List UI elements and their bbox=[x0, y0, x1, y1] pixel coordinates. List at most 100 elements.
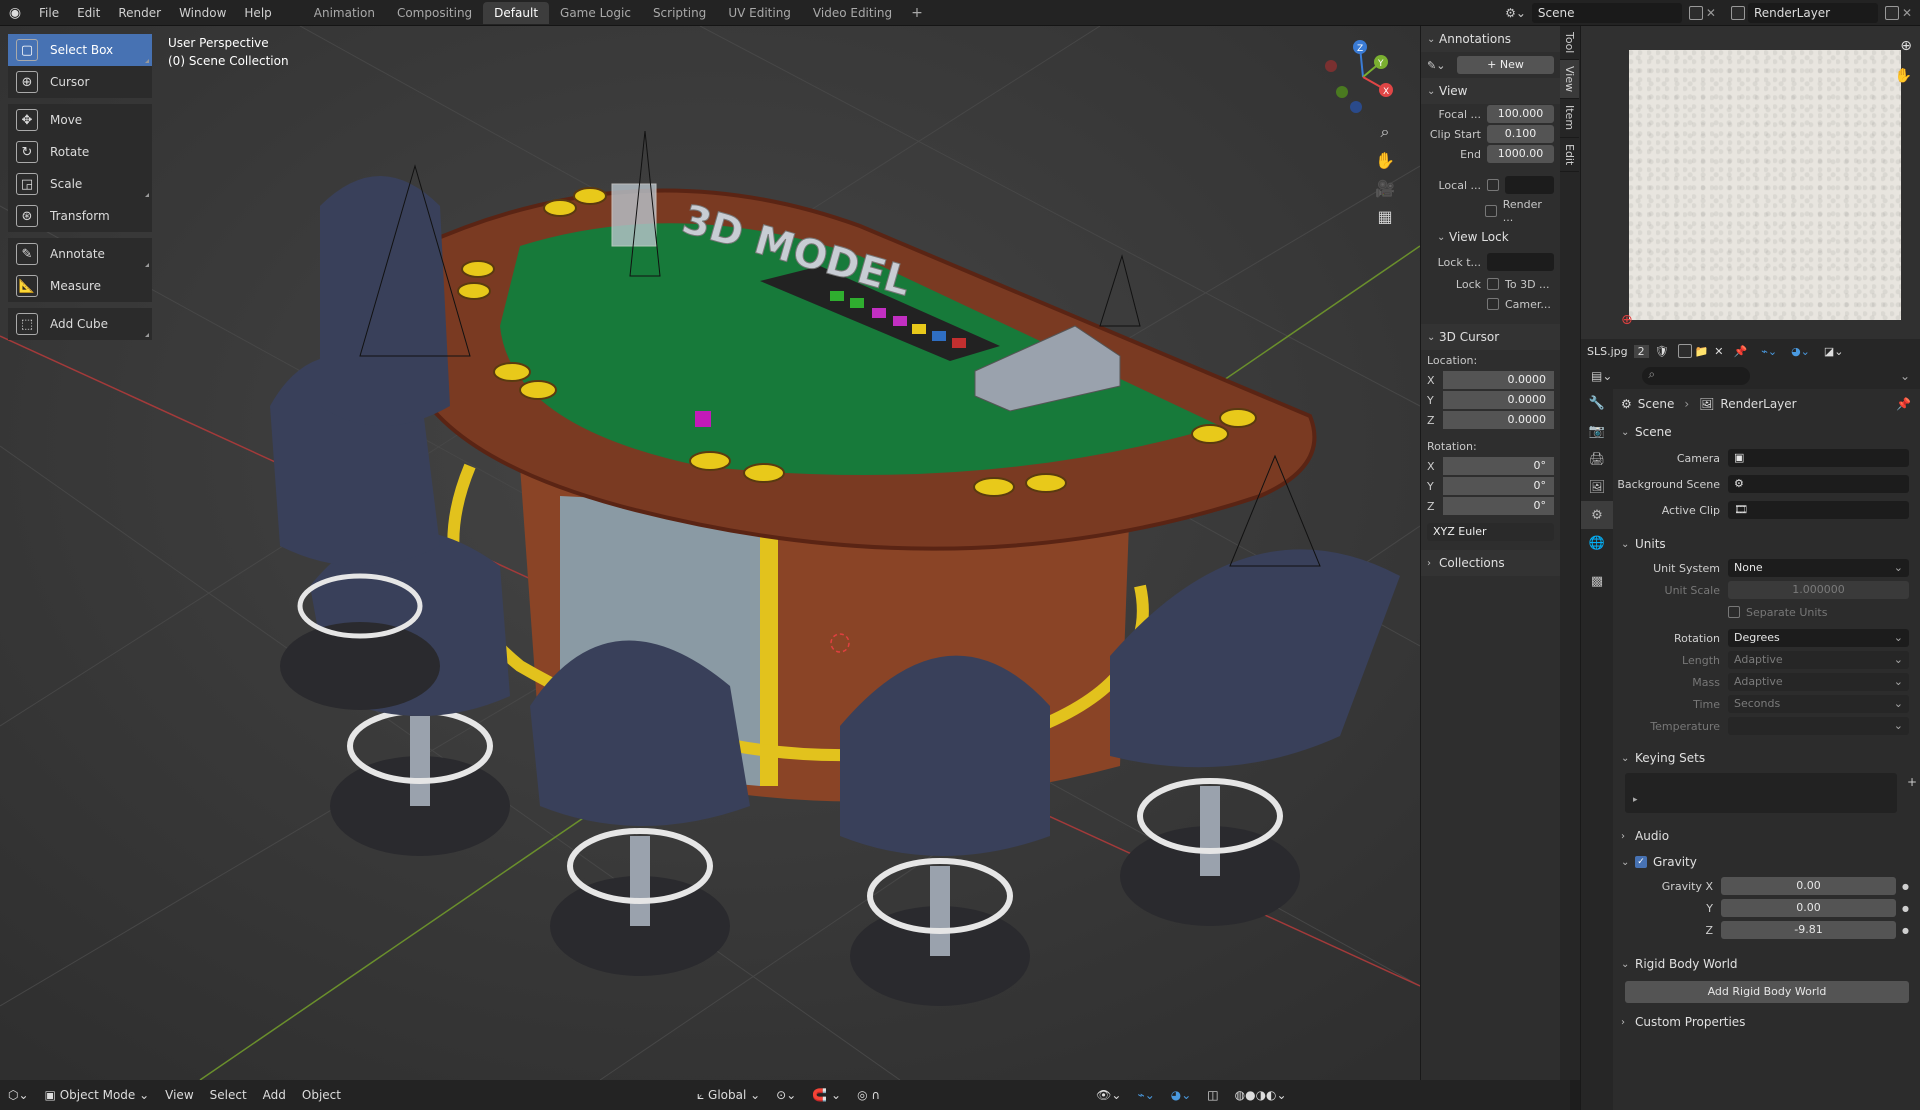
delete-view-layer-icon[interactable]: ✕ bbox=[1902, 6, 1912, 20]
background-scene-field[interactable]: ⚙ bbox=[1728, 475, 1909, 493]
lock-to-object-field[interactable] bbox=[1487, 253, 1554, 271]
cursor-loc-y-field[interactable]: 0.0000 bbox=[1443, 391, 1554, 409]
gravity-y-field[interactable]: 0.00 bbox=[1721, 899, 1897, 917]
tool-annotate[interactable]: ✎ Annotate bbox=[8, 238, 152, 270]
view-lock-header[interactable]: ⌄ View Lock bbox=[1421, 224, 1560, 250]
time-dropdown[interactable]: Seconds bbox=[1728, 695, 1909, 713]
tab-compositing[interactable]: Compositing bbox=[386, 2, 483, 24]
rotation-units-dropdown[interactable]: Degrees bbox=[1728, 629, 1909, 647]
scene-section-header[interactable]: ⌄ Scene bbox=[1613, 419, 1920, 445]
active-clip-field[interactable]: 🎞 bbox=[1728, 501, 1909, 519]
unit-system-dropdown[interactable]: None bbox=[1728, 559, 1909, 577]
3d-viewport[interactable]: 3D MODEL ▢ Select Box ⊕ Cursor ✥ Move ↻ Rota… bbox=[0, 26, 1420, 1080]
view-header[interactable]: ⌄ View bbox=[1421, 78, 1560, 104]
shading-modes-icon[interactable]: ◍●◑◐⌄ bbox=[1227, 1088, 1295, 1102]
gizmo-toggle-icon[interactable]: ⌁⌄ bbox=[1129, 1088, 1162, 1102]
pivot-icon[interactable]: ⊙⌄ bbox=[768, 1088, 804, 1102]
add-workspace-icon[interactable]: + bbox=[903, 5, 931, 21]
pin-icon[interactable]: 📌 bbox=[1734, 345, 1748, 358]
unlink-image-icon[interactable]: ✕ bbox=[1714, 345, 1723, 358]
tab-item[interactable]: Item bbox=[1560, 99, 1579, 138]
tab-video-editing[interactable]: Video Editing bbox=[802, 2, 903, 24]
tool-props-icon[interactable]: 🔧 bbox=[1581, 389, 1613, 417]
tab-edit[interactable]: Edit bbox=[1560, 138, 1579, 172]
new-annotation-button[interactable]: + New bbox=[1457, 56, 1554, 74]
tab-view[interactable]: View bbox=[1560, 60, 1579, 100]
gravity-checkbox[interactable]: ✓ bbox=[1635, 856, 1647, 868]
tab-animation[interactable]: Animation bbox=[303, 2, 386, 24]
tab-uv-editing[interactable]: UV Editing bbox=[717, 2, 802, 24]
options-chevron-icon[interactable]: ⌄ bbox=[1900, 369, 1910, 383]
menu-window[interactable]: Window bbox=[170, 0, 235, 26]
tool-add-cube[interactable]: ⬚ Add Cube bbox=[8, 308, 152, 340]
ortho-grid-icon[interactable]: ▦ bbox=[1374, 202, 1396, 230]
orientation-dropdown[interactable]: ⟀ Global ⌄ bbox=[689, 1088, 768, 1103]
3d-cursor-header[interactable]: ⌄ 3D Cursor bbox=[1421, 324, 1560, 350]
tool-cursor[interactable]: ⊕ Cursor bbox=[8, 66, 152, 98]
properties-search-input[interactable]: ⌕ bbox=[1642, 367, 1751, 385]
units-section-header[interactable]: ⌄ Units bbox=[1613, 531, 1920, 557]
view-layer-props-icon[interactable]: 🖼 bbox=[1581, 473, 1613, 501]
new-image-icon[interactable] bbox=[1677, 344, 1692, 358]
camera-view-icon[interactable]: 🎥 bbox=[1374, 174, 1396, 202]
annotations-header[interactable]: ⌄ Annotations bbox=[1421, 26, 1560, 52]
rotation-mode-dropdown[interactable]: XYZ Euler bbox=[1427, 523, 1554, 541]
output-props-icon[interactable]: 🖨 bbox=[1581, 445, 1613, 473]
rigid-body-header[interactable]: ⌄ Rigid Body World bbox=[1613, 951, 1920, 977]
snap-icon[interactable]: 🧲 ⌄ bbox=[804, 1088, 849, 1102]
overlay-toggle-icon[interactable]: ◕⌄ bbox=[1163, 1088, 1200, 1102]
menu-view[interactable]: View bbox=[157, 1088, 201, 1102]
menu-help[interactable]: Help bbox=[235, 0, 280, 26]
collections-header[interactable]: › Collections bbox=[1421, 550, 1560, 576]
unit-scale-field[interactable]: 1.000000 bbox=[1728, 581, 1909, 599]
cursor-rot-y-field[interactable]: 0° bbox=[1443, 477, 1554, 495]
gravity-header[interactable]: ⌄ ✓ Gravity bbox=[1613, 849, 1920, 875]
zoom-icon[interactable]: ⌕ bbox=[1374, 118, 1396, 146]
keyframe-dot-icon[interactable]: ● bbox=[1902, 926, 1909, 935]
open-image-icon[interactable]: 📁 bbox=[1695, 345, 1709, 358]
add-keying-set-button[interactable]: + bbox=[1907, 775, 1917, 789]
menu-object[interactable]: Object bbox=[294, 1088, 349, 1102]
pan-hand-icon[interactable]: ✋ bbox=[1374, 146, 1396, 174]
local-camera-field[interactable] bbox=[1505, 176, 1554, 194]
editor-type-icon[interactable]: ▤⌄ bbox=[1591, 369, 1612, 383]
pan-hand-icon[interactable]: ✋ bbox=[1895, 68, 1912, 84]
new-scene-icon[interactable] bbox=[1688, 6, 1703, 20]
menu-add[interactable]: Add bbox=[255, 1088, 294, 1102]
menu-file[interactable]: File bbox=[30, 0, 68, 26]
local-camera-checkbox[interactable] bbox=[1487, 179, 1499, 191]
display-channels-icon[interactable]: ◪⌄ bbox=[1824, 345, 1844, 358]
lock-camera-checkbox[interactable] bbox=[1487, 298, 1499, 310]
separate-units-checkbox[interactable] bbox=[1728, 606, 1740, 618]
gravity-z-field[interactable]: -9.81 bbox=[1721, 921, 1897, 939]
tool-scale[interactable]: ◲ Scale bbox=[8, 168, 152, 200]
uv-sync-icon[interactable]: ⌁⌄ bbox=[1761, 345, 1777, 358]
fake-user-icon[interactable]: 🛡 bbox=[1655, 345, 1669, 358]
menu-select[interactable]: Select bbox=[202, 1088, 255, 1102]
length-dropdown[interactable]: Adaptive bbox=[1728, 651, 1909, 669]
keyframe-dot-icon[interactable]: ● bbox=[1902, 904, 1909, 913]
view-layer-field[interactable]: RenderLayer bbox=[1747, 3, 1878, 23]
cursor-loc-z-field[interactable]: 0.0000 bbox=[1443, 411, 1554, 429]
view-layer-icon[interactable] bbox=[1730, 6, 1745, 20]
focal-length-field[interactable]: 100.000 bbox=[1487, 105, 1554, 123]
camera-field[interactable]: ▣ bbox=[1728, 449, 1909, 467]
tool-move[interactable]: ✥ Move bbox=[8, 104, 152, 136]
render-props-icon[interactable]: 📷 bbox=[1581, 417, 1613, 445]
new-view-layer-icon[interactable] bbox=[1884, 6, 1899, 20]
tool-measure[interactable]: 📐 Measure bbox=[8, 270, 152, 302]
lock-to-cursor-checkbox[interactable] bbox=[1487, 278, 1499, 290]
cursor-rot-z-field[interactable]: 0° bbox=[1443, 497, 1554, 515]
mass-dropdown[interactable]: Adaptive bbox=[1728, 673, 1909, 691]
mode-dropdown[interactable]: ▣ Object Mode ⌄ bbox=[37, 1088, 158, 1102]
keyframe-dot-icon[interactable]: ● bbox=[1902, 882, 1909, 891]
tab-scripting[interactable]: Scripting bbox=[642, 2, 717, 24]
editor-type-icon[interactable]: ⬡⌄ bbox=[0, 1088, 37, 1102]
render-region-checkbox[interactable] bbox=[1485, 205, 1497, 217]
texture-props-icon[interactable]: ▩ bbox=[1581, 567, 1613, 595]
tab-game-logic[interactable]: Game Logic bbox=[549, 2, 642, 24]
clip-end-field[interactable]: 1000.00 bbox=[1487, 145, 1554, 163]
cursor-loc-x-field[interactable]: 0.0000 bbox=[1443, 371, 1554, 389]
zoom-icon[interactable]: ⊕ bbox=[1900, 38, 1912, 54]
pin-icon[interactable]: 📌 bbox=[1896, 397, 1911, 411]
